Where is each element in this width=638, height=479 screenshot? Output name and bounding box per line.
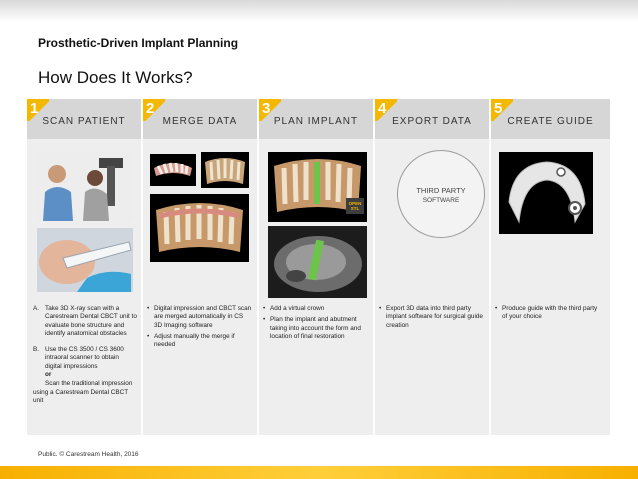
column-divider <box>489 99 491 435</box>
step-label: PLAN IMPLANT <box>273 116 359 127</box>
dental-model-3d <box>150 194 249 262</box>
scan-or: or <box>45 371 52 379</box>
step-number: 3 <box>262 100 271 117</box>
step-export-data: 4 EXPORT DATA <box>375 99 489 139</box>
list-item: Digital impression and CBCT scan are mer… <box>147 305 253 330</box>
list-item: Add a virtual crown <box>263 305 369 314</box>
column-divider <box>141 99 143 435</box>
merge-description: Digital impression and CBCT scan are mer… <box>147 305 253 352</box>
dental-model-3d <box>150 154 196 186</box>
step-scan-patient: 1 SCAN PATIENT <box>27 99 141 139</box>
scan-description: A. Take 3D X-ray scan with a Carestream … <box>33 305 137 405</box>
step-merge-data: 2 MERGE DATA <box>143 99 257 139</box>
third-party-label: THIRD PARTY <box>416 186 466 195</box>
export-description: Export 3D data into third party implant … <box>379 305 485 333</box>
list-item: Adjust manually the merge if needed <box>147 333 253 350</box>
top-shade <box>0 0 638 22</box>
list-item: Export 3D data into third party implant … <box>379 305 485 330</box>
cbct-slice <box>268 226 367 298</box>
scan-alternative: Scan the traditional impression using a … <box>33 380 133 404</box>
scan-step-a: A. Take 3D X-ray scan with a Carestream … <box>33 305 137 337</box>
step-label: CREATE GUIDE <box>507 116 594 127</box>
step-create-guide: 5 CREATE GUIDE <box>491 99 610 139</box>
step-label: EXPORT DATA <box>392 116 472 127</box>
list-item: Plan the implant and abutment taking int… <box>263 316 369 341</box>
column-divider <box>257 99 259 435</box>
patient-scan-photo <box>37 152 133 221</box>
step-plan-implant: 3 PLAN IMPLANT <box>259 99 373 139</box>
dental-model-3d: OPEN STL <box>268 152 367 222</box>
step-number: 5 <box>494 100 503 117</box>
surgical-guide-model <box>499 152 593 234</box>
open-stl-badge: OPEN STL <box>348 201 362 211</box>
column-divider <box>373 99 375 435</box>
slide-subtitle: Prosthetic-Driven Implant Planning <box>38 36 239 50</box>
list-item: Produce guide with the third party of yo… <box>495 305 603 322</box>
plan-description: Add a virtual crown Plan the implant and… <box>263 305 369 344</box>
step-label: SCAN PATIENT <box>42 116 126 127</box>
footer-copyright: Public. © Carestream Health, 2016 <box>38 451 139 458</box>
scan-step-b: B. Use the CS 3500 / CS 3600 intraoral s… <box>33 346 124 370</box>
step-number: 2 <box>146 100 155 117</box>
guide-description: Produce guide with the third party of yo… <box>495 305 603 325</box>
step-number: 4 <box>378 100 387 117</box>
intraoral-scanner-photo <box>37 228 133 292</box>
step-label: MERGE DATA <box>162 116 238 127</box>
software-label: SOFTWARE <box>422 197 460 204</box>
bottom-accent-bar <box>0 466 638 479</box>
slide-title: How Does It Works? <box>38 68 193 87</box>
dental-model-3d <box>201 152 249 188</box>
step-number: 1 <box>30 100 39 117</box>
